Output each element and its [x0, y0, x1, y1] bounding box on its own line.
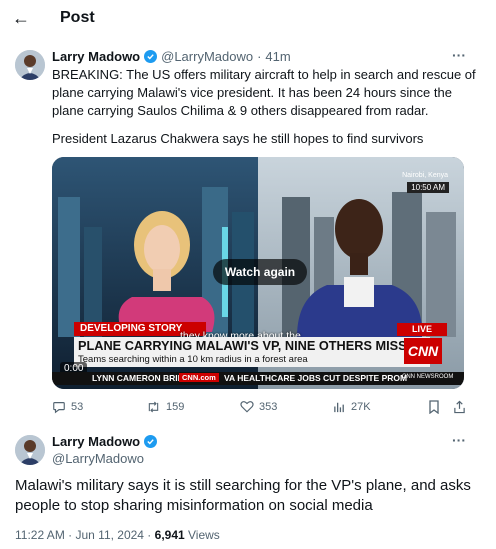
separator: · — [257, 49, 262, 64]
video-location: Nairobi, Kenya — [402, 172, 448, 179]
more-options-icon[interactable]: ··· — [452, 47, 466, 63]
ticker-text: LYNN CAMERON BRINK — [92, 373, 190, 383]
back-arrow-icon: ← — [12, 8, 30, 28]
chyron-subhead: Teams searching within a 10 km radius in… — [78, 354, 308, 365]
verified-badge-icon — [144, 50, 158, 63]
reply-button[interactable]: 53 — [52, 400, 83, 414]
author-handle[interactable]: @LarryMadowo — [161, 49, 253, 64]
share-button[interactable] — [453, 400, 466, 419]
reply-icon — [53, 402, 65, 414]
heart-icon — [240, 401, 254, 413]
views-button[interactable]: 27K — [333, 400, 371, 413]
like-button[interactable]: 353 — [240, 400, 277, 413]
author-name[interactable]: Larry Madowo — [52, 49, 140, 64]
reply-text: Malawi's military says it is still searc… — [15, 477, 471, 514]
repost-button[interactable]: 159 — [146, 400, 184, 414]
like-count: 353 — [259, 400, 278, 413]
tweet-text: BREAKING: The US offers military aircraf… — [52, 67, 476, 118]
watch-again-button[interactable]: Watch again — [213, 259, 307, 285]
views-count: 27K — [351, 400, 371, 413]
reply-avatar-image — [15, 435, 45, 465]
reply-views-count: 6,941 — [154, 528, 185, 542]
back-button[interactable]: ← — [12, 7, 34, 29]
live-badge: LIVE — [397, 323, 447, 336]
chyron-headline: PLANE CARRYING MALAWI'S VP, NINE OTHERS … — [78, 338, 430, 353]
reply-verified-badge-icon — [144, 435, 158, 448]
views-chart-icon — [334, 402, 344, 413]
reply-meta: 11:22 AM · Jun 11, 2024 · 6,941 Views — [15, 528, 220, 542]
reply-more-options-icon[interactable]: ··· — [452, 432, 466, 448]
ticker-logo: CNN.com — [179, 373, 219, 382]
reply-author-handle[interactable]: @LarryMadowo — [52, 451, 144, 466]
share-icon — [454, 400, 465, 414]
reply-count: 53 — [71, 401, 84, 413]
reply-author-name[interactable]: Larry Madowo — [52, 434, 140, 449]
bookmark-button[interactable] — [428, 400, 440, 419]
post-time[interactable]: 41m — [265, 49, 290, 64]
newsroom-label: CNN NEWSROOM — [402, 374, 454, 380]
repost-count: 159 — [166, 401, 185, 413]
ticker-text-2: VA HEALTHCARE JOBS CUT DESPITE PROM — [224, 373, 408, 383]
page-title: Post — [60, 9, 95, 26]
avatar[interactable] — [15, 50, 45, 80]
bookmark-icon — [429, 400, 439, 415]
video-player[interactable]: Nairobi, Kenya 10:50 AM Watch again DEVE… — [52, 157, 464, 389]
avatar-image — [15, 50, 45, 80]
reply-avatar[interactable] — [15, 435, 45, 465]
reply-views-label: Views — [184, 528, 220, 542]
cnn-logo: CNN — [404, 338, 442, 364]
watch-again-label: Watch again — [224, 265, 296, 279]
reply-timestamp[interactable]: 11:22 AM · Jun 11, 2024 · — [15, 528, 155, 542]
repost-icon — [148, 401, 159, 413]
tweet-text-2: President Lazarus Chakwera says he still… — [52, 131, 424, 146]
video-clock: 10:50 AM — [407, 182, 449, 193]
